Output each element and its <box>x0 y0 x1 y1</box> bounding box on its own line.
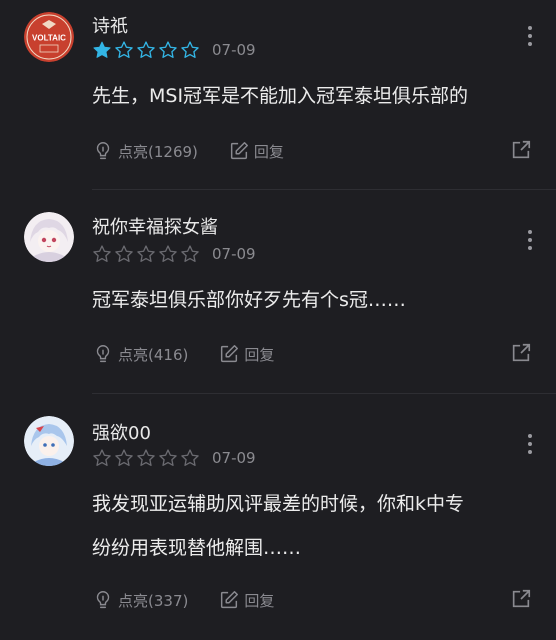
comment-text: 先生，MSI冠军是不能加入冠军泰坦俱乐部的 <box>92 85 469 107</box>
star-empty-icon <box>181 41 199 58</box>
star-empty-icon <box>115 41 133 58</box>
more-options-icon[interactable] <box>520 432 540 456</box>
avatar[interactable] <box>24 212 74 262</box>
comment-date: 07-09 <box>212 449 256 467</box>
like-count: 点亮(416) <box>118 345 189 364</box>
reply-label: 回复 <box>253 142 284 161</box>
comment-item: VOLTAIC 诗祇 07-09 先生，MSI冠军是不能加入冠军泰坦俱乐部的 点… <box>0 0 556 190</box>
star-empty-icon <box>181 245 199 262</box>
comment-text: 冠军泰坦俱乐部你好歹先有个s冠…… <box>92 289 406 311</box>
avatar[interactable]: VOLTAIC <box>24 12 74 62</box>
comment-text: 我发现亚运辅助风评最差的时候，你和k中专 纷纷用表现替他解围…… <box>92 482 532 570</box>
reply-button[interactable]: 回复 <box>218 589 274 611</box>
star-empty-icon <box>137 41 155 58</box>
reply-button[interactable]: 回复 <box>228 140 284 162</box>
avatar[interactable] <box>24 416 74 466</box>
more-options-icon[interactable] <box>520 228 540 252</box>
comment-actions: 点亮(1269) 回复 <box>92 140 314 162</box>
star-empty-icon <box>115 449 133 466</box>
more-options-icon[interactable] <box>520 24 540 48</box>
star-empty-icon <box>93 449 111 466</box>
lightbulb-icon <box>96 345 110 363</box>
comment-item: 祝你幸福探女酱 07-09 冠军泰坦俱乐部你好歹先有个s冠…… 点亮(416) … <box>0 190 556 394</box>
like-button[interactable]: 点亮(416) <box>92 343 188 365</box>
username[interactable]: 祝你幸福探女酱 <box>92 213 218 239</box>
star-empty-icon <box>181 449 199 466</box>
like-count: 点亮(337) <box>118 591 189 610</box>
like-count: 点亮(1269) <box>118 142 198 161</box>
edit-icon <box>230 142 248 160</box>
reply-label: 回复 <box>244 345 275 364</box>
rating-stars: 07-09 <box>92 244 256 264</box>
edit-icon <box>221 591 239 609</box>
star-empty-icon <box>159 449 177 466</box>
comment-date: 07-09 <box>212 245 256 263</box>
username[interactable]: 诗祇 <box>92 12 128 38</box>
edit-icon <box>221 345 239 363</box>
comment-actions: 点亮(416) 回复 <box>92 343 304 365</box>
lightbulb-icon <box>96 591 110 609</box>
star-empty-icon <box>137 245 155 262</box>
star-empty-icon <box>159 245 177 262</box>
like-button[interactable]: 点亮(337) <box>92 589 188 611</box>
rating-stars: 07-09 <box>92 448 256 468</box>
star-empty-icon <box>93 245 111 262</box>
share-icon[interactable] <box>510 588 532 610</box>
lightbulb-icon <box>96 142 110 160</box>
comment-actions: 点亮(337) 回复 <box>92 589 304 611</box>
reply-label: 回复 <box>244 591 275 610</box>
share-icon[interactable] <box>510 342 532 364</box>
star-filled-icon <box>93 41 111 58</box>
reply-button[interactable]: 回复 <box>218 343 274 365</box>
comment-date: 07-09 <box>212 41 256 59</box>
username[interactable]: 强欲00 <box>92 419 151 445</box>
rating-stars: 07-09 <box>92 40 256 60</box>
comment-item: 强欲00 07-09 我发现亚运辅助风评最差的时候，你和k中专 纷纷用表现替他解… <box>0 394 556 640</box>
share-icon[interactable] <box>510 139 532 161</box>
like-button[interactable]: 点亮(1269) <box>92 140 198 162</box>
star-empty-icon <box>137 449 155 466</box>
comment-text-line: 纷纷用表现替他解围…… <box>92 537 302 559</box>
star-empty-icon <box>115 245 133 262</box>
star-empty-icon <box>159 41 177 58</box>
comment-text-line: 我发现亚运辅助风评最差的时候，你和k中专 <box>92 493 465 515</box>
avatar-logo-text: VOLTAIC <box>32 34 66 43</box>
